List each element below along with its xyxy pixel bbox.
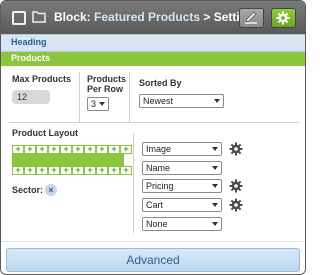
per-row-value: 3 (91, 99, 97, 109)
add-cell-plus-icon[interactable]: + (84, 166, 96, 175)
add-cell-plus-icon[interactable]: + (24, 166, 36, 175)
add-cell-plus-icon[interactable]: + (12, 145, 24, 154)
products-section-label: Products (11, 53, 51, 63)
chevron-down-icon (212, 147, 218, 151)
add-cell-plus-icon[interactable]: + (12, 166, 24, 175)
max-products-input[interactable]: 12 (12, 90, 50, 104)
products-section-tab[interactable]: Products (1, 52, 305, 66)
heading-section-tab[interactable]: Heading (1, 34, 305, 52)
gear-icon[interactable] (229, 142, 243, 156)
divider (129, 72, 130, 122)
pencil-icon (245, 11, 257, 24)
sector-label: Sector: (12, 185, 44, 195)
add-cell-plus-icon[interactable]: + (48, 166, 60, 175)
add-cell-plus-icon[interactable]: + (36, 145, 48, 154)
close-icon[interactable]: × (45, 184, 57, 196)
add-cell-plus-icon[interactable]: + (84, 145, 96, 154)
add-cell-plus-icon[interactable]: + (108, 166, 120, 175)
layout-row-select[interactable]: Cart (142, 198, 222, 212)
gear-icon[interactable] (229, 198, 243, 212)
per-row-select[interactable]: 3 (87, 97, 109, 111)
layout-row-value: Name (146, 163, 171, 173)
product-layout-label: Product Layout (12, 128, 79, 138)
add-cell-plus-icon[interactable]: + (96, 166, 108, 175)
sorted-by-select[interactable]: Newest (139, 94, 224, 108)
sorted-by-label: Sorted By (139, 78, 182, 88)
per-row-label-line2: Per Row (87, 84, 124, 94)
layout-row-select[interactable]: Pricing (142, 179, 222, 193)
add-cell-plus-icon[interactable]: + (72, 145, 84, 154)
block-name-link[interactable]: Featured Products (94, 10, 200, 24)
chevron-down-icon (212, 222, 218, 226)
layout-grid: + + + + + + + + + + + + + + + + + + + + (12, 145, 132, 175)
settings-button[interactable] (271, 8, 296, 28)
settings-window: Block: Featured Products > Settings Head… (0, 0, 306, 275)
checkbox-icon[interactable] (12, 11, 26, 25)
chevron-down-icon (214, 99, 220, 103)
layout-row-select[interactable]: Image (142, 142, 222, 156)
folder-icon (32, 11, 46, 23)
chevron-down-icon (99, 102, 105, 106)
heading-section-label: Heading (11, 37, 47, 47)
title-prefix: Block: (54, 10, 95, 24)
add-cell-plus-icon[interactable]: + (36, 166, 48, 175)
layout-row-value: None (146, 219, 168, 229)
add-cell-plus-icon[interactable]: + (120, 145, 132, 154)
add-cell-plus-icon[interactable]: + (60, 145, 72, 154)
layout-row-select[interactable]: None (142, 217, 222, 231)
edit-button[interactable] (239, 8, 264, 28)
advanced-button[interactable]: Advanced (6, 248, 300, 272)
divider (79, 72, 80, 122)
add-cell-plus-icon[interactable]: + (120, 166, 132, 175)
chevron-down-icon (212, 166, 218, 170)
add-cell-plus-icon[interactable]: + (96, 145, 108, 154)
layout-row-value: Pricing (146, 181, 174, 191)
window-title: Block: Featured Products > Settings (54, 10, 261, 24)
layout-row-value: Image (146, 144, 172, 154)
title-bar: Block: Featured Products > Settings (1, 1, 305, 34)
add-cell-plus-icon[interactable]: + (108, 145, 120, 154)
section-divider (9, 122, 299, 123)
chevron-down-icon (212, 203, 218, 207)
add-cell-plus-icon[interactable]: + (72, 166, 84, 175)
grid-row: + + + + + + + + + + (12, 166, 132, 175)
sorted-by-value: Newest (143, 96, 174, 106)
divider (133, 133, 134, 233)
max-products-label: Max Products (12, 74, 72, 84)
add-cell-plus-icon[interactable]: + (48, 145, 60, 154)
add-cell-plus-icon[interactable]: + (24, 145, 36, 154)
footer-divider (1, 241, 305, 242)
layout-row-select[interactable]: Name (142, 161, 222, 175)
grid-row: + + + + + + + + + + (12, 145, 132, 154)
layout-row-value: Cart (146, 200, 164, 210)
gear-icon (276, 11, 290, 25)
add-cell-plus-icon[interactable]: + (60, 166, 72, 175)
gear-icon[interactable] (229, 179, 243, 193)
chevron-down-icon (212, 184, 218, 188)
